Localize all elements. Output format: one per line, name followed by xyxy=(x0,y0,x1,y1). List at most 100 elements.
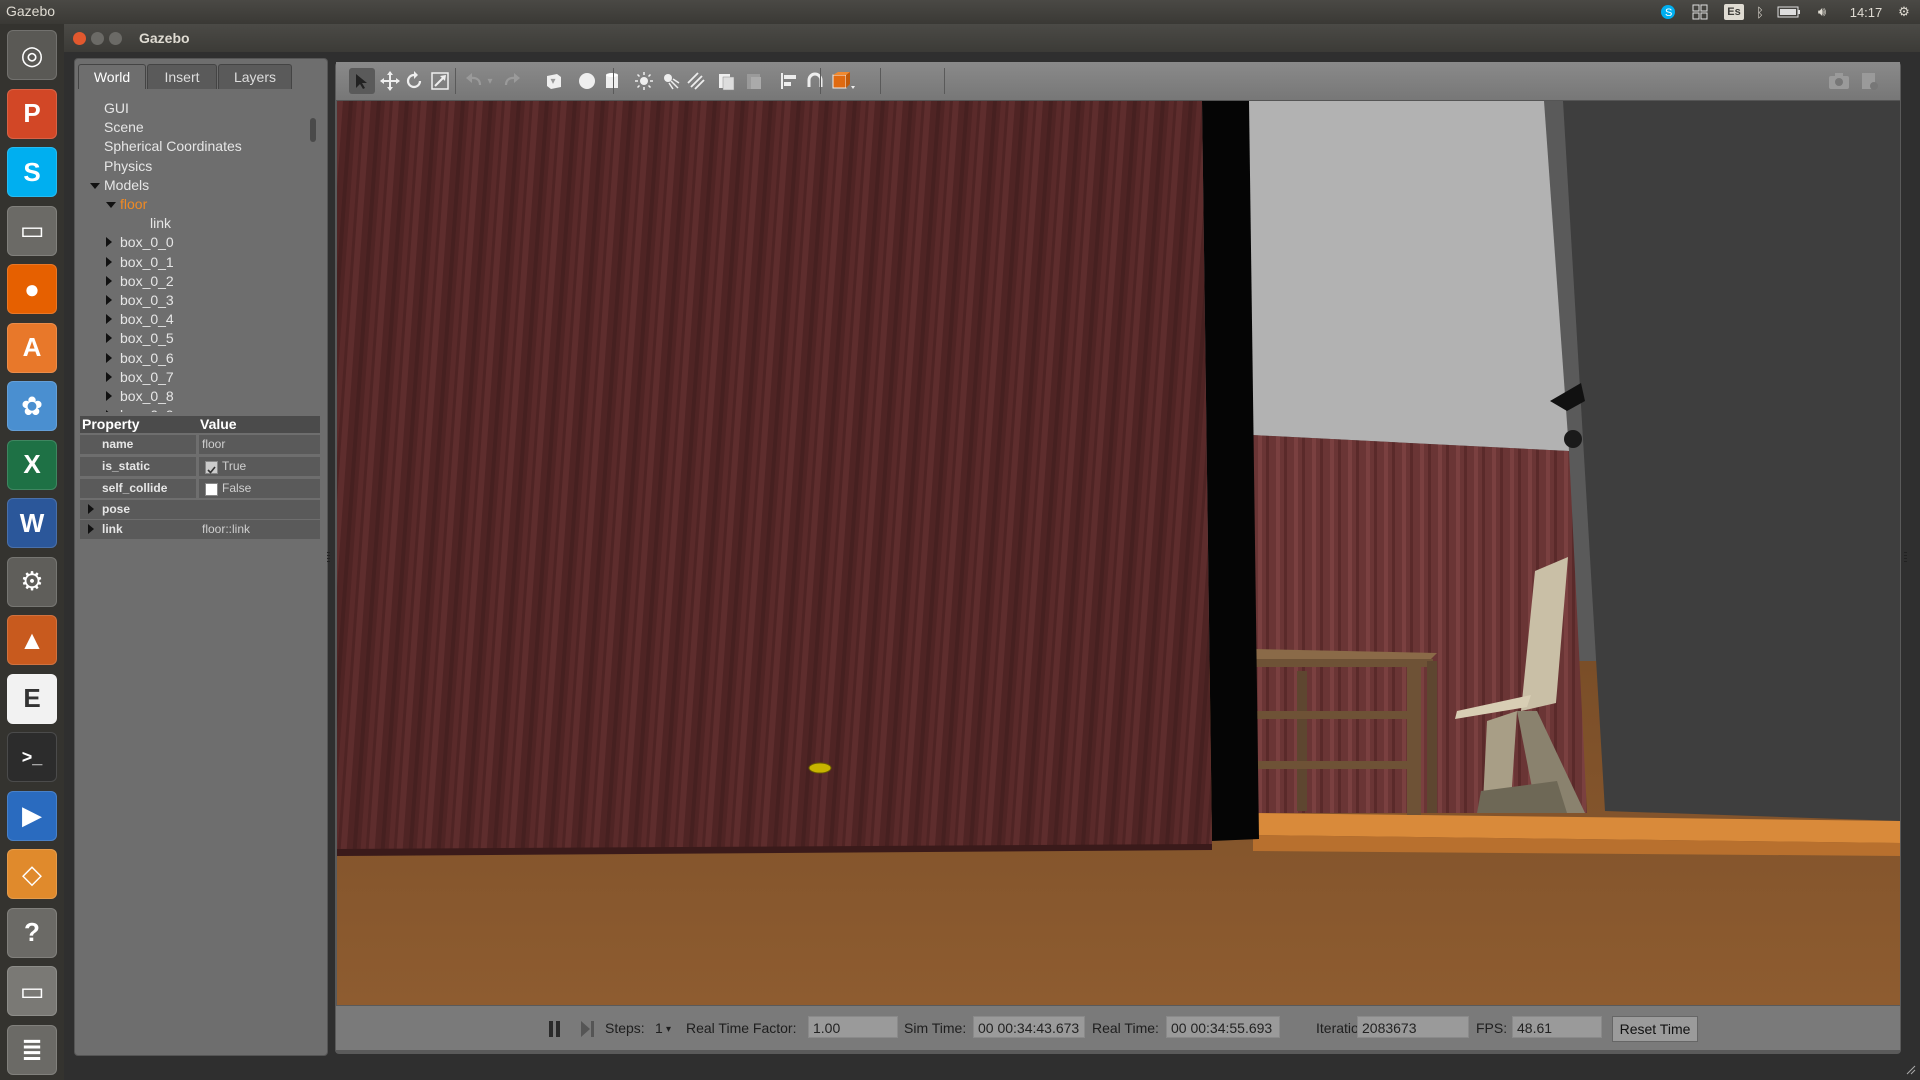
directional-light-icon[interactable] xyxy=(683,68,709,94)
paste-icon[interactable] xyxy=(741,68,767,94)
collapsed-arrow-icon[interactable] xyxy=(106,352,112,363)
point-light-icon[interactable] xyxy=(631,68,657,94)
property-row-pose[interactable]: pose xyxy=(80,500,320,519)
tree-item-box-0-3[interactable]: box_0_3 xyxy=(80,291,316,310)
tree-item-box-0-9[interactable]: box_0_9 xyxy=(80,406,316,412)
translate-icon[interactable] xyxy=(377,68,403,94)
tree-item-floor[interactable]: floor xyxy=(80,195,316,214)
copy-icon[interactable] xyxy=(713,68,739,94)
launcher-ubuntu-dash-icon[interactable]: ◎ xyxy=(7,30,57,80)
redo-icon[interactable] xyxy=(499,68,525,94)
sphere-icon[interactable] xyxy=(574,68,600,94)
tab-layers[interactable]: Layers xyxy=(218,64,292,89)
bluetooth-icon[interactable]: ᛒ xyxy=(1752,2,1768,22)
launcher-system-settings-icon[interactable]: ⚙ xyxy=(7,556,57,607)
tree-scrollbar[interactable] xyxy=(310,118,316,142)
unchecked-checkbox[interactable] xyxy=(205,483,218,496)
scale-icon[interactable] xyxy=(427,68,453,94)
expanded-arrow-icon[interactable] xyxy=(106,202,116,208)
tree-item-gui[interactable]: GUI xyxy=(80,99,316,118)
reset-time-button[interactable]: Reset Time xyxy=(1612,1016,1698,1042)
launcher-file-manager-icon[interactable]: ▭ xyxy=(7,205,57,256)
property-row-is_static[interactable]: is_static True xyxy=(80,457,320,476)
select-arrow-icon[interactable] xyxy=(349,68,375,94)
snap-icon[interactable] xyxy=(802,68,828,94)
step-icon[interactable] xyxy=(580,1020,596,1038)
launcher-flpsed-icon[interactable]: E xyxy=(7,673,57,724)
collapsed-arrow-icon[interactable] xyxy=(106,256,112,267)
resize-grip-icon[interactable] xyxy=(1904,1062,1916,1075)
left-splitter-handle[interactable] xyxy=(327,552,330,564)
cylinder-icon[interactable] xyxy=(599,68,625,94)
launcher-skype-icon[interactable]: S xyxy=(7,147,57,197)
tree-item-spherical-coordinates[interactable]: Spherical Coordinates xyxy=(80,137,316,156)
close-icon[interactable] xyxy=(73,32,86,45)
keyboard-layout-indicator[interactable]: Es xyxy=(1724,4,1744,20)
collapsed-arrow-icon[interactable] xyxy=(106,275,112,286)
launcher-media-player-icon[interactable]: ▶ xyxy=(7,790,57,841)
tree-item-scene[interactable]: Scene xyxy=(80,118,316,137)
collapsed-arrow-icon[interactable] xyxy=(88,504,94,514)
property-row-self_collide[interactable]: self_collide False xyxy=(80,479,320,498)
undo-dropdown-icon[interactable]: ▾ xyxy=(484,68,496,94)
rotate-icon[interactable] xyxy=(401,68,427,94)
collapsed-arrow-icon[interactable] xyxy=(106,391,112,401)
tree-item-box-0-4[interactable]: box_0_4 xyxy=(80,310,316,329)
tree-item-box-0-1[interactable]: box_0_1 xyxy=(80,253,316,272)
world-tree[interactable]: GUI Scene Spherical Coordinates Physics Mode… xyxy=(80,96,316,412)
skype-tray-icon[interactable]: S xyxy=(1658,2,1678,22)
property-row-link[interactable]: link floor::link xyxy=(80,520,320,539)
launcher-workspaces-icon[interactable]: ≣ xyxy=(7,1024,57,1075)
property-row-name[interactable]: name floor xyxy=(80,435,320,454)
expanded-arrow-icon[interactable] xyxy=(90,182,100,189)
collapsed-arrow-icon[interactable] xyxy=(106,410,112,412)
tree-item-box-0-8[interactable]: box_0_8 xyxy=(80,387,316,406)
gear-icon[interactable]: ⚙ xyxy=(1894,2,1914,22)
window-titlebar[interactable]: Gazebo xyxy=(64,24,1920,52)
collapsed-arrow-icon[interactable] xyxy=(88,524,94,534)
workspace-grid-icon[interactable] xyxy=(1690,2,1710,22)
steps-dropdown-icon[interactable]: ▾ xyxy=(666,1024,671,1035)
view-angle-icon[interactable] xyxy=(831,68,857,94)
collapsed-arrow-icon[interactable] xyxy=(106,295,112,305)
align-icon[interactable] xyxy=(776,68,802,94)
launcher-software-center-icon[interactable]: A xyxy=(7,322,57,373)
spot-light-icon[interactable] xyxy=(658,68,684,94)
log-icon[interactable] xyxy=(1856,68,1882,94)
tree-item-box-0-0[interactable]: box_0_0 xyxy=(80,233,316,252)
steps-value[interactable]: 1 xyxy=(655,1020,663,1036)
tab-insert[interactable]: Insert xyxy=(147,64,217,89)
tab-world[interactable]: World xyxy=(78,64,146,89)
collapsed-arrow-icon[interactable] xyxy=(106,314,112,325)
collapsed-arrow-icon[interactable] xyxy=(106,371,112,382)
launcher-firefox-icon[interactable]: ● xyxy=(7,264,57,314)
collapsed-arrow-icon[interactable] xyxy=(106,237,112,248)
tree-item-models[interactable]: Models xyxy=(80,176,316,195)
launcher-word-icon[interactable]: W xyxy=(7,498,57,548)
launcher-drive-icon[interactable]: ▭ xyxy=(7,966,57,1016)
tree-item-box-0-6[interactable]: box_0_6 xyxy=(80,349,316,368)
launcher-excel-icon[interactable]: X xyxy=(7,439,57,490)
battery-icon[interactable] xyxy=(1776,2,1802,22)
launcher-crossover-icon[interactable]: ✿ xyxy=(7,381,57,431)
minimize-icon[interactable] xyxy=(91,32,104,45)
launcher-matlab-icon[interactable]: ▲ xyxy=(7,615,57,665)
right-splitter-handle[interactable] xyxy=(1904,552,1907,564)
collapsed-arrow-icon[interactable] xyxy=(106,333,112,344)
camera-icon[interactable] xyxy=(1826,68,1852,94)
volume-icon[interactable]: 🔊︎ xyxy=(1812,2,1832,22)
pause-icon[interactable] xyxy=(548,1020,562,1038)
tree-item-box-0-5[interactable]: box_0_5 xyxy=(80,329,316,348)
launcher-help-icon[interactable]: ? xyxy=(7,907,57,958)
launcher-terminal-icon[interactable]: >_ xyxy=(7,732,57,782)
clock[interactable]: 14:17 xyxy=(1844,2,1888,22)
tree-item-physics[interactable]: Physics xyxy=(80,157,316,176)
checked-checkbox[interactable] xyxy=(205,461,218,474)
redo-dropdown-icon[interactable]: ▾ xyxy=(547,68,559,94)
tree-item-link[interactable]: link xyxy=(80,214,316,233)
launcher-powerpoint-icon[interactable]: P xyxy=(7,88,57,139)
tree-item-box-0-7[interactable]: box_0_7 xyxy=(80,368,316,387)
tree-item-box-0-2[interactable]: box_0_2 xyxy=(80,272,316,291)
3d-viewport[interactable] xyxy=(337,101,1900,1005)
maximize-icon[interactable] xyxy=(109,32,122,45)
